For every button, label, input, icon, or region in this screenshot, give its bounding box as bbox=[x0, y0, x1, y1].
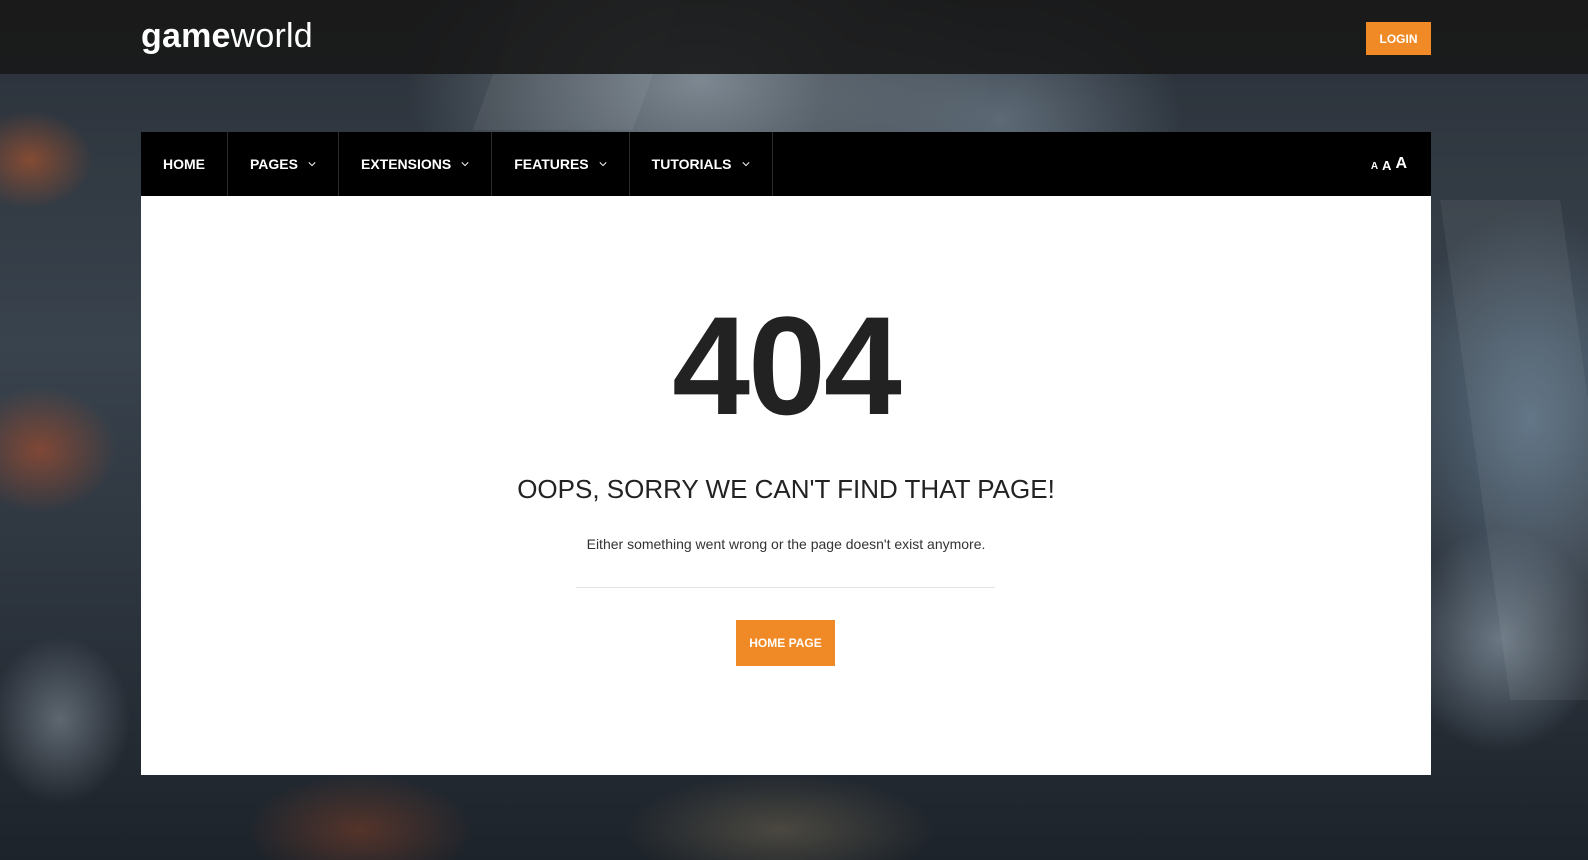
font-size-decrease-button[interactable]: A bbox=[1371, 157, 1378, 172]
divider bbox=[576, 587, 995, 588]
chevron-down-icon bbox=[308, 162, 316, 167]
error-code: 404 bbox=[672, 287, 902, 444]
error-title: OOPS, SORRY WE CAN'T FIND THAT PAGE! bbox=[517, 474, 1055, 504]
error-content-panel: 404 OOPS, SORRY WE CAN'T FIND THAT PAGE!… bbox=[141, 196, 1431, 775]
home-page-button[interactable]: HOME PAGE bbox=[736, 620, 835, 666]
nav-item-label: PAGES bbox=[250, 156, 298, 172]
logo-bold-text: game bbox=[141, 17, 231, 55]
nav-item-extensions[interactable]: EXTENSIONS bbox=[339, 132, 493, 196]
top-bar: gameworld LOGIN bbox=[0, 0, 1588, 74]
chevron-down-icon bbox=[461, 162, 469, 167]
nav-item-home[interactable]: HOME bbox=[141, 132, 228, 196]
nav-item-tutorials[interactable]: TUTORIALS bbox=[630, 132, 773, 196]
chevron-down-icon bbox=[741, 162, 750, 167]
font-size-reset-button[interactable]: A bbox=[1382, 156, 1391, 173]
error-description: Either something went wrong or the page … bbox=[586, 536, 986, 552]
nav-item-label: FEATURES bbox=[514, 156, 589, 172]
font-size-controls: A A A bbox=[1371, 132, 1407, 196]
nav-item-label: HOME bbox=[163, 156, 205, 172]
nav-item-features[interactable]: FEATURES bbox=[492, 132, 630, 196]
main-nav: HOME PAGES EXTENSIONS FEATURES TUTORIALS… bbox=[141, 132, 1431, 196]
nav-item-label: TUTORIALS bbox=[651, 156, 732, 172]
logo-light-text: world bbox=[230, 17, 313, 55]
nav-item-label: EXTENSIONS bbox=[360, 156, 452, 172]
login-button[interactable]: LOGIN bbox=[1366, 22, 1431, 55]
site-logo[interactable]: gameworld bbox=[141, 14, 313, 58]
nav-item-pages[interactable]: PAGES bbox=[228, 132, 339, 196]
chevron-down-icon bbox=[599, 162, 607, 167]
font-size-increase-button[interactable]: A bbox=[1395, 155, 1407, 173]
